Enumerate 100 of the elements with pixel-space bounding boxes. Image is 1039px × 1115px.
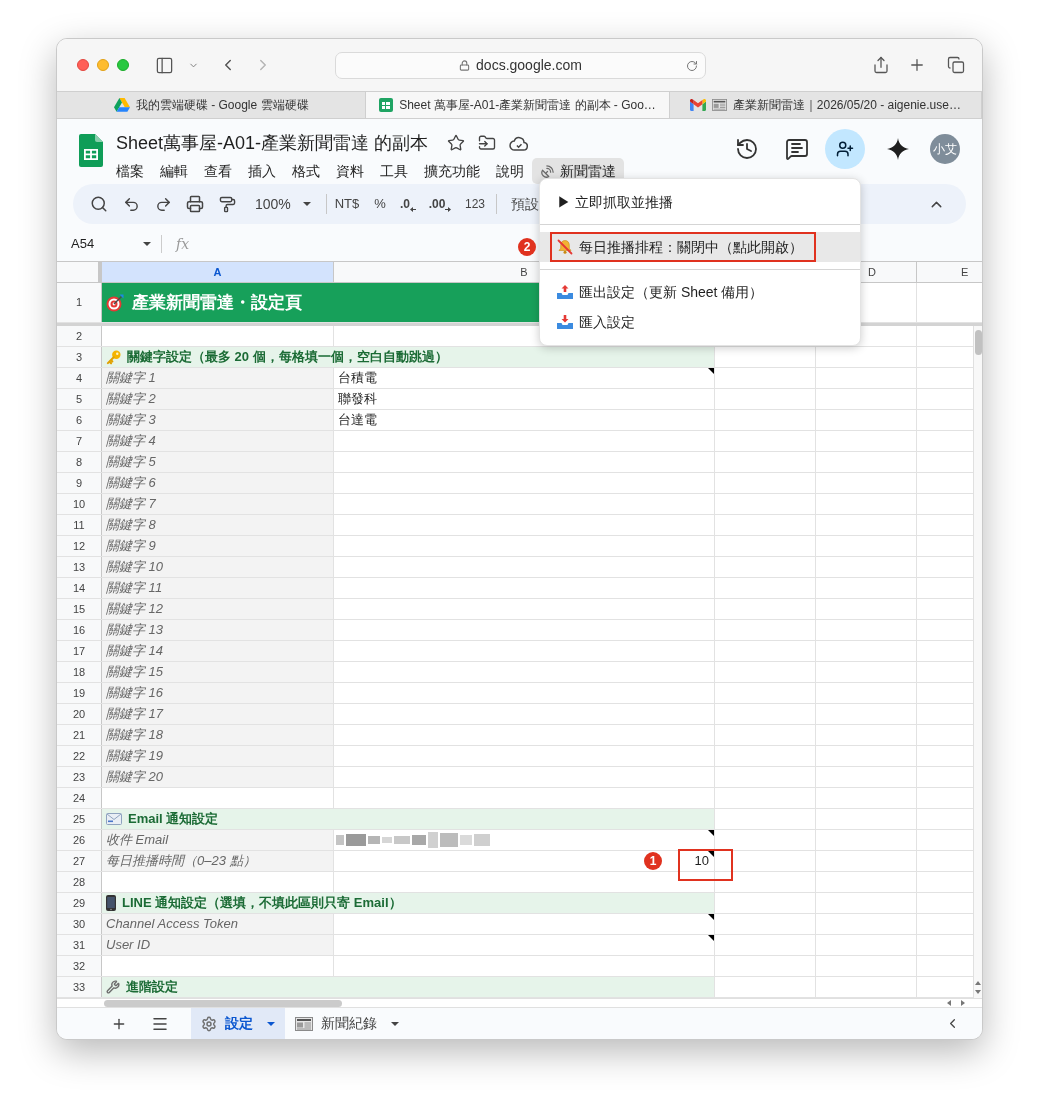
column-header[interactable]: A <box>102 262 334 282</box>
menu-option[interactable]: 匯入設定 <box>540 307 860 337</box>
field-label: 關鍵字 9 <box>102 536 334 556</box>
menu-item[interactable]: 格式 <box>284 158 328 184</box>
row-number[interactable]: 4 <box>57 368 102 388</box>
column-header[interactable]: E <box>917 262 982 282</box>
redo-icon[interactable] <box>154 195 172 213</box>
scroll-down-icon[interactable] <box>975 990 981 994</box>
number-format-button[interactable]: 123 <box>457 190 493 218</box>
row-number[interactable]: 19 <box>57 683 102 703</box>
row-number[interactable]: 33 <box>57 977 102 997</box>
scroll-right-icon[interactable] <box>961 1000 965 1006</box>
menu-item[interactable]: 編輯 <box>152 158 196 184</box>
row-number[interactable]: 1 <box>57 283 102 322</box>
row-number[interactable]: 12 <box>57 536 102 556</box>
spreadsheet-logo-icon[interactable] <box>79 134 103 167</box>
currency-format-button[interactable]: NT$ <box>327 190 367 218</box>
decrease-decimals-button[interactable]: .0 <box>393 190 423 218</box>
new-tab-icon[interactable] <box>908 56 926 74</box>
paint-format-icon[interactable] <box>218 195 236 213</box>
field-label: 關鍵字 1 <box>102 368 334 388</box>
zoom-dropdown[interactable]: 100% <box>243 190 317 218</box>
row-number[interactable]: 9 <box>57 473 102 493</box>
row-number[interactable]: 6 <box>57 410 102 430</box>
increase-decimals-button[interactable]: .00 <box>423 190 457 218</box>
menu-item[interactable]: 檔案 <box>108 158 152 184</box>
field-label: 關鍵字 20 <box>102 767 334 787</box>
wrench-icon <box>106 980 120 994</box>
comment-icon[interactable] <box>785 137 809 161</box>
close-button[interactable] <box>77 59 89 71</box>
print-icon[interactable] <box>186 195 204 213</box>
row-number[interactable]: 32 <box>57 956 102 976</box>
star-icon[interactable] <box>447 134 466 152</box>
menu-item[interactable]: 工具 <box>372 158 416 184</box>
row-number[interactable]: 31 <box>57 935 102 955</box>
row-number[interactable]: 8 <box>57 452 102 472</box>
name-box[interactable]: A54 <box>67 232 153 256</box>
row-number[interactable]: 28 <box>57 872 102 892</box>
share-icon[interactable] <box>872 56 890 74</box>
share-button[interactable] <box>825 129 865 169</box>
section-title: LINE 通知設定（選填，不填此區則只寄 Email） <box>122 894 402 913</box>
sheet-heading: 產業新聞雷達・設定頁 <box>132 291 302 314</box>
row-number[interactable]: 16 <box>57 620 102 640</box>
field-label: 關鍵字 6 <box>102 473 334 493</box>
scroll-left-icon[interactable] <box>947 1000 951 1006</box>
menu-item[interactable]: 查看 <box>196 158 240 184</box>
menu-option[interactable]: 匯出設定（更新 Sheet 備用） <box>540 277 860 307</box>
scroll-up-icon[interactable] <box>975 981 981 985</box>
menu-item[interactable]: 插入 <box>240 158 284 184</box>
field-label: 關鍵字 17 <box>102 704 334 724</box>
row-number[interactable]: 22 <box>57 746 102 766</box>
reload-icon[interactable] <box>686 59 698 72</box>
cloud-check-icon[interactable] <box>509 134 530 152</box>
section-title: 關鍵字設定（最多 20 個，每格填一個，空白自動跳過） <box>127 348 448 367</box>
row-number[interactable]: 21 <box>57 725 102 745</box>
address-bar[interactable]: docs.google.com <box>335 51 706 79</box>
scrollbar-thumb[interactable] <box>974 330 982 355</box>
search-icon[interactable] <box>90 195 108 213</box>
row-number[interactable]: 3 <box>57 347 102 367</box>
row-number[interactable]: 26 <box>57 830 102 850</box>
row-number[interactable]: 25 <box>57 809 102 829</box>
scrollbar-thumb[interactable] <box>104 999 342 1007</box>
menu-item[interactable]: 資料 <box>328 158 372 184</box>
browser-tab[interactable]: Sheet 萬事屋-A01-產業新聞雷達 的副本 - Goo… <box>366 92 670 118</box>
row-number[interactable]: 24 <box>57 788 102 808</box>
row-number[interactable]: 7 <box>57 431 102 451</box>
tray-arrow-up-icon <box>557 285 573 299</box>
move-folder-icon[interactable] <box>478 134 497 152</box>
sidebar-icon[interactable] <box>155 55 174 75</box>
field-label: 關鍵字 13 <box>102 620 334 640</box>
newspaper-icon <box>711 99 727 111</box>
row-number[interactable]: 23 <box>57 767 102 787</box>
row-number[interactable]: 11 <box>57 515 102 535</box>
document-title[interactable]: Sheet萬事屋-A01-產業新聞雷達 的副本 <box>116 129 429 157</box>
history-icon[interactable] <box>735 137 759 161</box>
bell-off-icon <box>557 239 573 255</box>
font-dropdown[interactable]: 預設 <box>511 190 539 218</box>
sheet-tab[interactable]: 新聞紀錄 <box>285 1008 409 1039</box>
row-number[interactable]: 14 <box>57 578 102 598</box>
sheet-tab[interactable]: 設定 <box>191 1008 285 1039</box>
row-number[interactable]: 2 <box>57 326 102 346</box>
row-number[interactable]: 18 <box>57 662 102 682</box>
menu-option[interactable]: ▶ 立即抓取並推播 <box>540 187 860 217</box>
percent-format-button[interactable]: % <box>367 190 393 218</box>
row-number[interactable]: 5 <box>57 389 102 409</box>
sparkle-icon[interactable] <box>887 138 909 160</box>
section-title: 進階設定 <box>126 978 178 997</box>
tab-overview-icon[interactable] <box>947 56 965 74</box>
row-number[interactable]: 29 <box>57 893 102 913</box>
row-number[interactable]: 30 <box>57 914 102 934</box>
undo-icon[interactable] <box>122 195 140 213</box>
menu-item[interactable]: 擴充功能 <box>416 158 488 184</box>
zoom-button[interactable] <box>117 59 129 71</box>
row-number[interactable]: 20 <box>57 704 102 724</box>
menu-item[interactable]: 說明 <box>488 158 532 184</box>
row-number[interactable]: 13 <box>57 557 102 577</box>
row-number[interactable]: 17 <box>57 641 102 661</box>
row-number[interactable]: 15 <box>57 599 102 619</box>
row-number[interactable]: 27 <box>57 851 102 871</box>
row-number[interactable]: 10 <box>57 494 102 514</box>
